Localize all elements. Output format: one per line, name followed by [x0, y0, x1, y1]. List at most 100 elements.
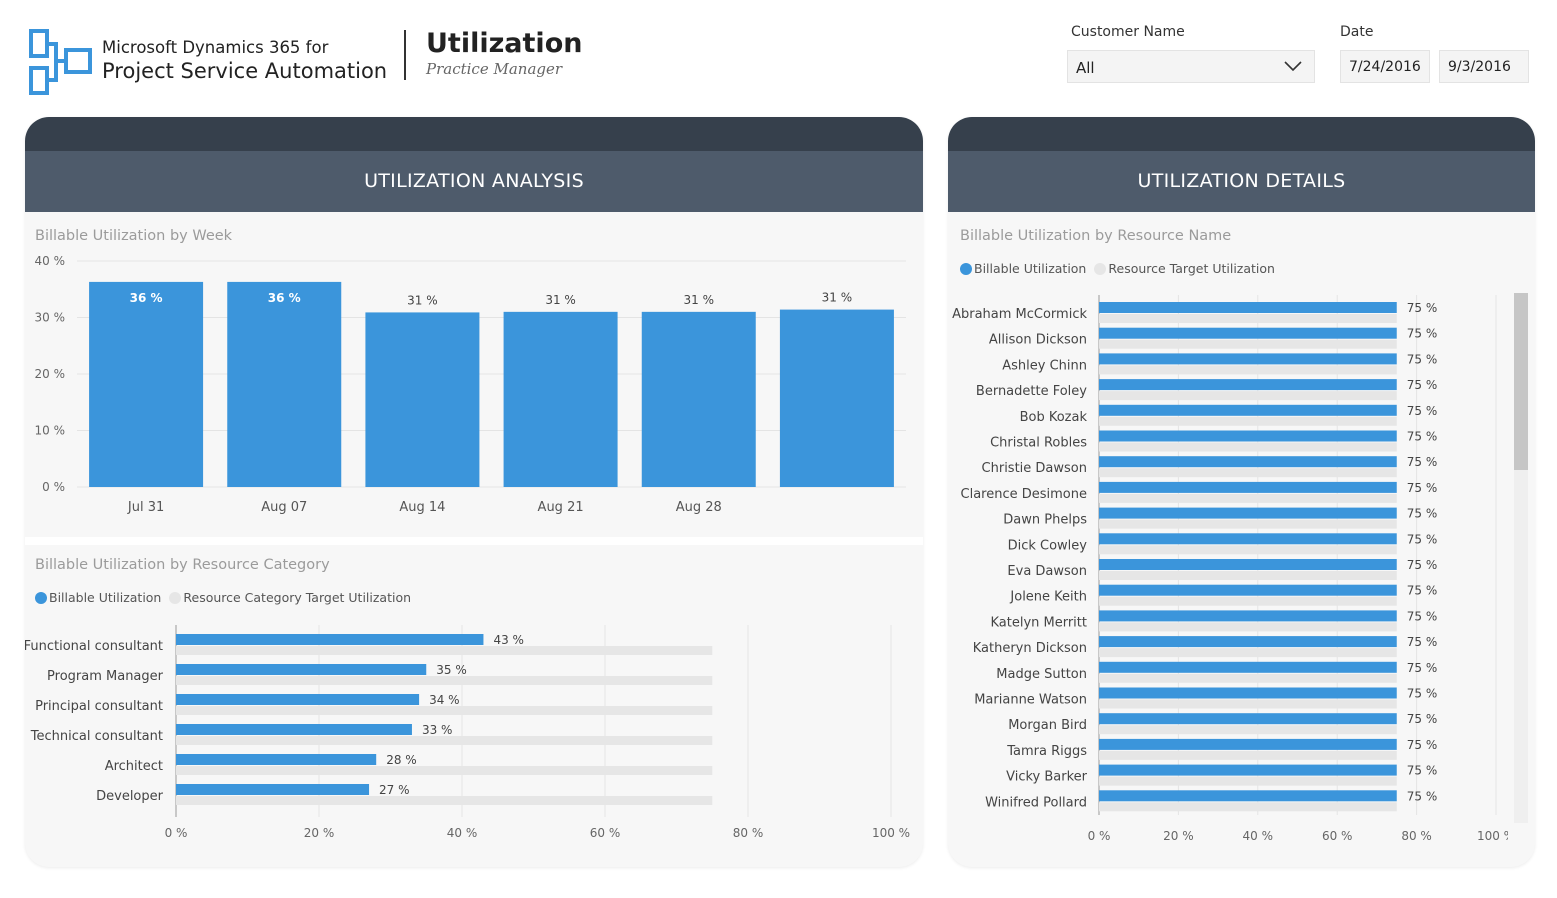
chevron-down-icon	[1284, 61, 1302, 72]
target-bar	[1099, 339, 1397, 349]
bar	[176, 634, 484, 645]
data-label: 31 %	[407, 293, 438, 307]
weekly-chart-title: Billable Utilization by Week	[35, 228, 233, 244]
data-label: 75 %	[1407, 327, 1438, 341]
target-bar	[176, 766, 713, 775]
x-tick-label: 80 %	[733, 826, 764, 840]
legend-label: Billable Utilization	[49, 590, 162, 605]
y-tick-label: 0 %	[42, 480, 65, 494]
data-label: 75 %	[1407, 430, 1438, 444]
target-bar	[1099, 673, 1397, 683]
customer-dropdown[interactable]: All	[1067, 50, 1315, 83]
weekly-utilization-chart: 0 % 10 % 20 % 30 % 40 % 36 % Jul 31 36 % Aug 07 3…	[35, 254, 906, 515]
bar	[176, 754, 377, 765]
data-label: 36 %	[130, 291, 163, 305]
x-tick-label: 0 %	[1088, 829, 1111, 843]
bar	[365, 312, 480, 487]
data-label: 34 %	[429, 693, 460, 707]
data-label: 75 %	[1407, 635, 1438, 649]
bar	[1099, 481, 1397, 493]
resource-list-scrollbar-thumb[interactable]	[1514, 293, 1528, 470]
page-subtitle: Practice Manager	[426, 60, 563, 78]
category-label: Program Manager	[47, 669, 164, 684]
legend-dot-icon	[1094, 262, 1107, 275]
category-label: Clarence Desimone	[961, 487, 1087, 502]
target-bar	[1099, 416, 1397, 426]
data-label: 36 %	[268, 291, 301, 305]
data-label: 75 %	[1407, 455, 1438, 469]
category-label: Ashley Chinn	[1002, 358, 1087, 373]
data-label: 27 %	[379, 783, 410, 797]
bar	[1099, 559, 1397, 570]
category-label: Architect	[105, 759, 163, 774]
resource-chart-title: Billable Utilization by Resource Name	[960, 228, 1232, 244]
legend-item-billable[interactable]: Billable Utilization	[960, 261, 1086, 276]
target-bar	[176, 706, 713, 715]
bar	[176, 694, 420, 705]
resource-utilization-chart: 0 % 20 % 40 % 60 % 80 % 100 % Abraham McCormic…	[952, 295, 1508, 843]
bar	[227, 281, 342, 487]
target-bar	[1099, 314, 1397, 323]
x-tick-label: Jul 31	[127, 500, 164, 515]
data-label: 75 %	[1407, 789, 1438, 803]
bar	[1099, 610, 1397, 622]
target-bar	[1099, 571, 1397, 580]
x-tick-label: 0 %	[165, 826, 188, 840]
target-bar	[1099, 545, 1397, 555]
category-label: Principal consultant	[35, 699, 163, 714]
x-tick-label: Aug 14	[399, 500, 445, 515]
legend-item-billable[interactable]: Billable Utilization	[35, 590, 161, 605]
brand-line2: Project Service Automation	[102, 59, 388, 83]
target-bar	[176, 796, 713, 805]
bar	[1099, 687, 1397, 699]
target-bar	[1099, 365, 1397, 375]
bar	[779, 309, 894, 487]
bar	[89, 281, 204, 487]
category-label: Christal Robles	[990, 436, 1087, 451]
bar	[1099, 661, 1397, 673]
panel-topbar	[25, 117, 923, 153]
bar	[1099, 790, 1397, 802]
date-end-input[interactable]: 9/3/2016	[1439, 50, 1529, 83]
legend-item-target[interactable]: Resource Target Utilization	[1094, 261, 1275, 276]
data-label: 31 %	[822, 291, 853, 305]
legend-item-target[interactable]: Resource Category Target Utilization	[169, 590, 411, 605]
brand-line1: Microsoft Dynamics 365 for	[102, 38, 329, 57]
target-bar	[1099, 493, 1397, 503]
bar	[1099, 507, 1397, 519]
target-bar	[176, 736, 713, 745]
page-title: Utilization	[426, 28, 583, 59]
data-label: 75 %	[1407, 764, 1438, 778]
category-label: Technical consultant	[30, 729, 163, 744]
data-label: 75 %	[1407, 584, 1438, 598]
data-label: 75 %	[1407, 481, 1438, 495]
data-label: 75 %	[1407, 532, 1438, 546]
category-label: Madge Sutton	[996, 667, 1087, 682]
x-tick-label: 20 %	[304, 826, 335, 840]
category-utilization-chart: 0 % 20 % 40 % 60 % 80 % 100 % Functional consu…	[25, 625, 910, 840]
data-label: 75 %	[1407, 301, 1438, 315]
bar	[1099, 713, 1397, 725]
data-label: 75 %	[1407, 661, 1438, 675]
x-tick-label: 100 %	[1477, 829, 1508, 843]
bar	[1099, 302, 1397, 313]
category-label: Morgan Bird	[1008, 718, 1087, 733]
target-bar	[1099, 442, 1397, 452]
target-bar	[1099, 725, 1397, 735]
date-filter-label: Date	[1340, 24, 1374, 40]
bar	[176, 784, 370, 795]
bar	[176, 664, 427, 675]
data-label: 75 %	[1407, 712, 1438, 726]
x-tick-label: 80 %	[1401, 829, 1432, 843]
legend-label: Resource Category Target Utilization	[183, 590, 412, 605]
target-bar	[1099, 699, 1397, 709]
y-tick-label: 30 %	[35, 311, 66, 325]
target-bar	[1099, 776, 1397, 786]
data-label: 33 %	[422, 723, 453, 737]
date-start-input[interactable]: 7/24/2016	[1340, 50, 1430, 83]
bar	[1099, 738, 1397, 750]
target-bar	[1099, 391, 1397, 401]
category-label: Functional consultant	[25, 639, 163, 654]
category-label: Tamra Riggs	[1006, 744, 1087, 759]
legend-label: Billable Utilization	[974, 261, 1087, 276]
